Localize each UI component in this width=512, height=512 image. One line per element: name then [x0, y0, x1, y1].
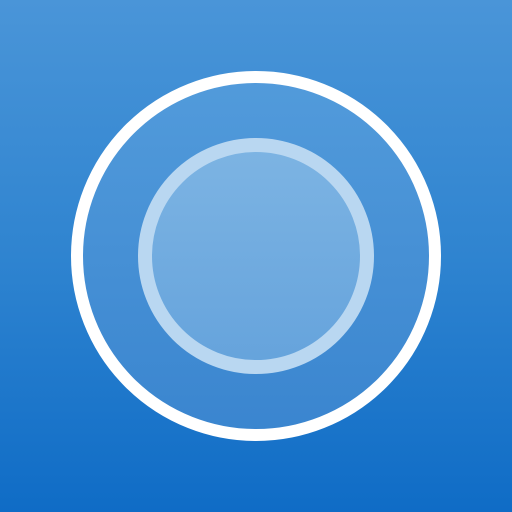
- cortana-app-icon: [0, 0, 512, 512]
- cortana-ring-icon: [71, 71, 441, 441]
- inner-ring: [138, 138, 374, 374]
